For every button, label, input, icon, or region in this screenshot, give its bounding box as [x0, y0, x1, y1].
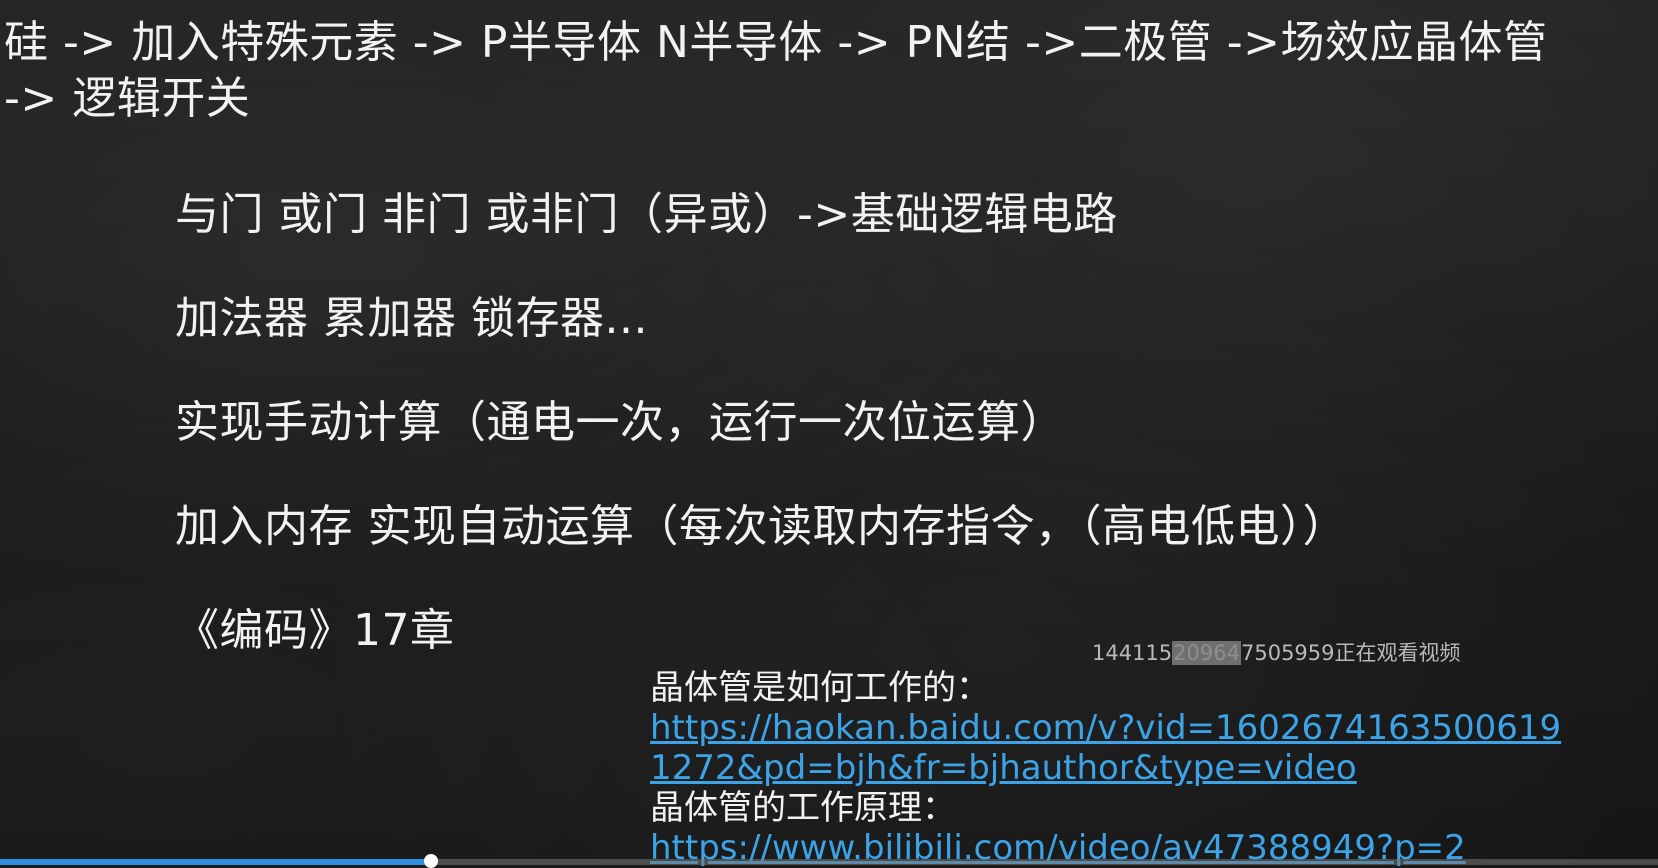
slide-item-adders: 加法器 累加器 锁存器...	[175, 293, 648, 344]
watermark-prefix: 144115	[1092, 641, 1173, 665]
link-haokan-video[interactable]: https://haokan.baidu.com/v?vid=160267416…	[650, 708, 1570, 788]
reference-links: 晶体管是如何工作的： https://haokan.baidu.com/v?vi…	[650, 668, 1650, 868]
viewer-watermark: 144115209647505959正在观看视频	[1092, 637, 1461, 667]
watermark-masked: 20964	[1172, 641, 1241, 665]
watermark-suffix: 7505959正在观看视频	[1240, 641, 1461, 665]
slide-item-logic-gates: 与门 或门 非门 或非门（异或）->基础逻辑电路	[175, 189, 1118, 240]
slide-item-book-reference: 《编码》17章	[175, 605, 455, 656]
link-label-transistor-how: 晶体管是如何工作的：	[650, 668, 990, 708]
link-label-transistor-principle: 晶体管的工作原理：	[650, 788, 956, 828]
slide-top-line-1: 硅 -> 加入特殊元素 -> P半导体 N半导体 -> PN结 ->二极管 ->…	[4, 17, 1548, 68]
slide-item-manual-calc: 实现手动计算（通电一次，运行一次位运算）	[175, 397, 1065, 448]
video-progress-fill	[0, 859, 432, 865]
slide-top-line-2: -> 逻辑开关	[4, 73, 251, 124]
slide-item-memory: 加入内存 实现自动运算（每次读取内存指令，（高电低电））	[175, 501, 1347, 552]
video-progress-handle[interactable]	[424, 854, 439, 868]
video-progress-bar[interactable]	[0, 854, 1658, 868]
